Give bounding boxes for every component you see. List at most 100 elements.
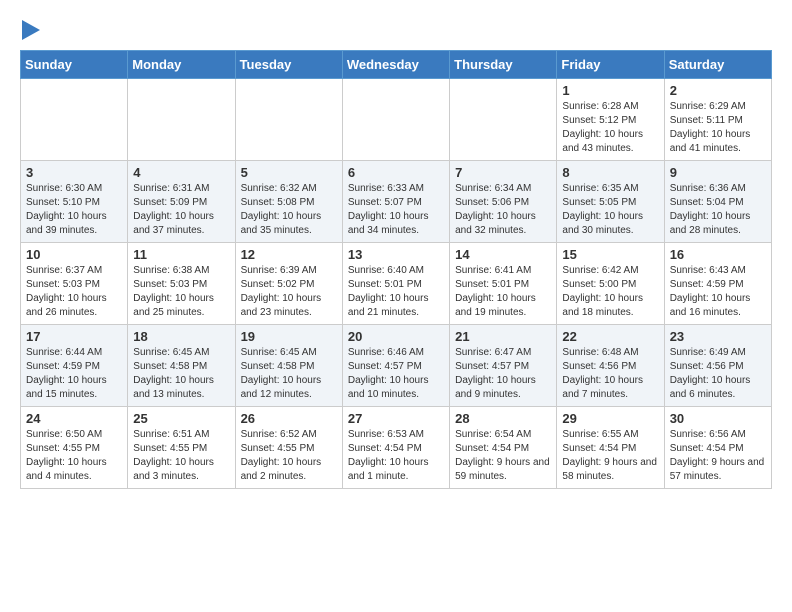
day-number: 10 (26, 247, 122, 262)
day-info: Sunrise: 6:38 AM Sunset: 5:03 PM Dayligh… (133, 264, 229, 320)
weekday-header: Tuesday (235, 51, 342, 79)
day-info: Sunrise: 6:39 AM Sunset: 5:02 PM Dayligh… (241, 264, 337, 320)
calendar-day-cell: 23 Sunrise: 6:49 AM Sunset: 4:56 PM Dayli… (664, 325, 771, 407)
day-info: Sunrise: 6:31 AM Sunset: 5:09 PM Dayligh… (133, 182, 229, 238)
day-number: 15 (562, 247, 658, 262)
day-info: Sunrise: 6:33 AM Sunset: 5:07 PM Dayligh… (348, 182, 444, 238)
day-info: Sunrise: 6:49 AM Sunset: 4:56 PM Dayligh… (670, 346, 766, 402)
calendar-day-cell: 16 Sunrise: 6:43 AM Sunset: 4:59 PM Dayli… (664, 243, 771, 325)
day-info: Sunrise: 6:30 AM Sunset: 5:10 PM Dayligh… (26, 182, 122, 238)
calendar-day-cell: 4 Sunrise: 6:31 AM Sunset: 5:09 PM Daylig… (128, 161, 235, 243)
day-number: 30 (670, 411, 766, 426)
calendar-week-row: 10 Sunrise: 6:37 AM Sunset: 5:03 PM Dayli… (21, 243, 772, 325)
calendar-day-cell: 5 Sunrise: 6:32 AM Sunset: 5:08 PM Daylig… (235, 161, 342, 243)
calendar-day-cell: 12 Sunrise: 6:39 AM Sunset: 5:02 PM Dayli… (235, 243, 342, 325)
day-number: 16 (670, 247, 766, 262)
day-info: Sunrise: 6:51 AM Sunset: 4:55 PM Dayligh… (133, 428, 229, 484)
calendar-header-row: SundayMondayTuesdayWednesdayThursdayFrid… (21, 51, 772, 79)
calendar-day-cell: 2 Sunrise: 6:29 AM Sunset: 5:11 PM Daylig… (664, 79, 771, 161)
calendar-week-row: 24 Sunrise: 6:50 AM Sunset: 4:55 PM Dayli… (21, 407, 772, 489)
day-number: 4 (133, 165, 229, 180)
day-number: 2 (670, 83, 766, 98)
weekday-header: Saturday (664, 51, 771, 79)
day-info: Sunrise: 6:28 AM Sunset: 5:12 PM Dayligh… (562, 100, 658, 156)
calendar-day-cell: 14Sunrise: 6:41 AM Sunset: 5:01 PM Dayli… (450, 243, 557, 325)
day-info: Sunrise: 6:53 AM Sunset: 4:54 PM Dayligh… (348, 428, 444, 484)
logo (20, 20, 40, 40)
day-number: 28 (455, 411, 551, 426)
day-number: 20 (348, 329, 444, 344)
day-number: 18 (133, 329, 229, 344)
day-number: 24 (26, 411, 122, 426)
day-info: Sunrise: 6:42 AM Sunset: 5:00 PM Dayligh… (562, 264, 658, 320)
calendar-day-cell: 13Sunrise: 6:40 AM Sunset: 5:01 PM Dayli… (342, 243, 449, 325)
day-info: Sunrise: 6:36 AM Sunset: 5:04 PM Dayligh… (670, 182, 766, 238)
day-number: 22 (562, 329, 658, 344)
calendar-day-cell: 8 Sunrise: 6:35 AM Sunset: 5:05 PM Daylig… (557, 161, 664, 243)
day-info: Sunrise: 6:35 AM Sunset: 5:05 PM Dayligh… (562, 182, 658, 238)
weekday-header: Sunday (21, 51, 128, 79)
day-number: 29 (562, 411, 658, 426)
day-number: 1 (562, 83, 658, 98)
calendar-table: SundayMondayTuesdayWednesdayThursdayFrid… (20, 50, 772, 489)
calendar-day-cell: 30 Sunrise: 6:56 AM Sunset: 4:54 PM Dayli… (664, 407, 771, 489)
day-info: Sunrise: 6:29 AM Sunset: 5:11 PM Dayligh… (670, 100, 766, 156)
day-info: Sunrise: 6:50 AM Sunset: 4:55 PM Dayligh… (26, 428, 122, 484)
day-number: 19 (241, 329, 337, 344)
day-number: 7 (455, 165, 551, 180)
calendar-day-cell: 6 Sunrise: 6:33 AM Sunset: 5:07 PM Daylig… (342, 161, 449, 243)
day-number: 23 (670, 329, 766, 344)
day-number: 26 (241, 411, 337, 426)
day-number: 21 (455, 329, 551, 344)
calendar-day-cell (342, 79, 449, 161)
weekday-header: Friday (557, 51, 664, 79)
calendar-day-cell: 20Sunrise: 6:46 AM Sunset: 4:57 PM Dayli… (342, 325, 449, 407)
day-info: Sunrise: 6:45 AM Sunset: 4:58 PM Dayligh… (133, 346, 229, 402)
day-number: 14 (455, 247, 551, 262)
calendar-day-cell: 27 Sunrise: 6:53 AM Sunset: 4:54 PM Dayli… (342, 407, 449, 489)
weekday-header: Wednesday (342, 51, 449, 79)
day-number: 17 (26, 329, 122, 344)
day-number: 25 (133, 411, 229, 426)
day-info: Sunrise: 6:37 AM Sunset: 5:03 PM Dayligh… (26, 264, 122, 320)
calendar-day-cell: 15 Sunrise: 6:42 AM Sunset: 5:00 PM Dayli… (557, 243, 664, 325)
weekday-header: Thursday (450, 51, 557, 79)
calendar-day-cell: 1 Sunrise: 6:28 AM Sunset: 5:12 PM Daylig… (557, 79, 664, 161)
day-number: 27 (348, 411, 444, 426)
calendar-day-cell: 11 Sunrise: 6:38 AM Sunset: 5:03 PM Dayli… (128, 243, 235, 325)
calendar-day-cell: 21 Sunrise: 6:47 AM Sunset: 4:57 PM Dayli… (450, 325, 557, 407)
day-number: 3 (26, 165, 122, 180)
day-info: Sunrise: 6:54 AM Sunset: 4:54 PM Dayligh… (455, 428, 551, 484)
day-info: Sunrise: 6:45 AM Sunset: 4:58 PM Dayligh… (241, 346, 337, 402)
day-info: Sunrise: 6:48 AM Sunset: 4:56 PM Dayligh… (562, 346, 658, 402)
day-number: 8 (562, 165, 658, 180)
calendar-day-cell: 28 Sunrise: 6:54 AM Sunset: 4:54 PM Dayli… (450, 407, 557, 489)
calendar-week-row: 1 Sunrise: 6:28 AM Sunset: 5:12 PM Daylig… (21, 79, 772, 161)
day-number: 12 (241, 247, 337, 262)
day-info: Sunrise: 6:43 AM Sunset: 4:59 PM Dayligh… (670, 264, 766, 320)
day-info: Sunrise: 6:40 AM Sunset: 5:01 PM Dayligh… (348, 264, 444, 320)
page-header (20, 20, 772, 40)
calendar-day-cell (450, 79, 557, 161)
day-info: Sunrise: 6:56 AM Sunset: 4:54 PM Dayligh… (670, 428, 766, 484)
calendar-day-cell: 26 Sunrise: 6:52 AM Sunset: 4:55 PM Dayli… (235, 407, 342, 489)
day-info: Sunrise: 6:52 AM Sunset: 4:55 PM Dayligh… (241, 428, 337, 484)
day-info: Sunrise: 6:47 AM Sunset: 4:57 PM Dayligh… (455, 346, 551, 402)
day-number: 9 (670, 165, 766, 180)
calendar-day-cell: 24 Sunrise: 6:50 AM Sunset: 4:55 PM Dayli… (21, 407, 128, 489)
calendar-day-cell: 10 Sunrise: 6:37 AM Sunset: 5:03 PM Dayli… (21, 243, 128, 325)
day-info: Sunrise: 6:44 AM Sunset: 4:59 PM Dayligh… (26, 346, 122, 402)
calendar-day-cell: 22 Sunrise: 6:48 AM Sunset: 4:56 PM Dayli… (557, 325, 664, 407)
weekday-header: Monday (128, 51, 235, 79)
day-number: 11 (133, 247, 229, 262)
calendar-week-row: 17 Sunrise: 6:44 AM Sunset: 4:59 PM Dayli… (21, 325, 772, 407)
calendar-day-cell: 25 Sunrise: 6:51 AM Sunset: 4:55 PM Dayli… (128, 407, 235, 489)
calendar-day-cell: 9 Sunrise: 6:36 AM Sunset: 5:04 PM Daylig… (664, 161, 771, 243)
day-info: Sunrise: 6:32 AM Sunset: 5:08 PM Dayligh… (241, 182, 337, 238)
day-number: 5 (241, 165, 337, 180)
day-info: Sunrise: 6:34 AM Sunset: 5:06 PM Dayligh… (455, 182, 551, 238)
day-number: 6 (348, 165, 444, 180)
calendar-day-cell: 3 Sunrise: 6:30 AM Sunset: 5:10 PM Daylig… (21, 161, 128, 243)
calendar-day-cell: 29Sunrise: 6:55 AM Sunset: 4:54 PM Dayli… (557, 407, 664, 489)
calendar-day-cell (21, 79, 128, 161)
